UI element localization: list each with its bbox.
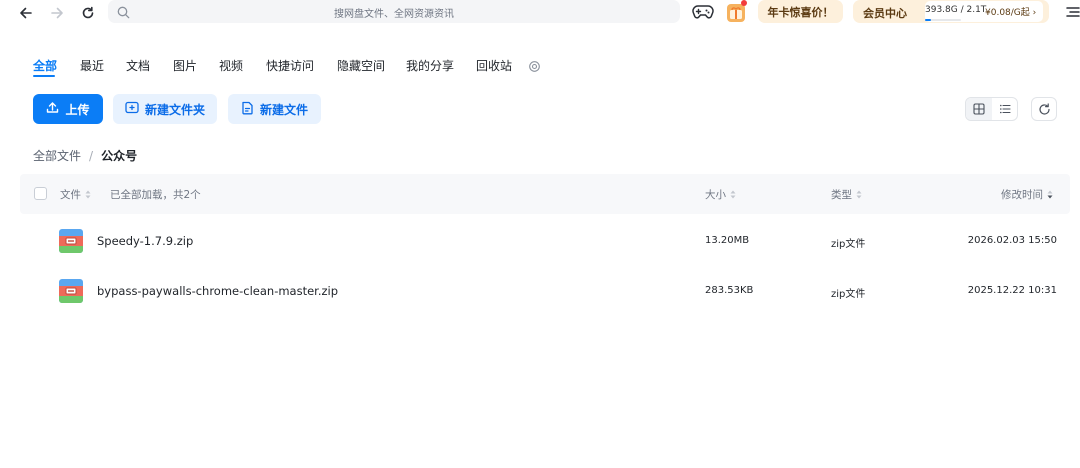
storage-usage-text: 393.8G / 2.1T bbox=[925, 5, 987, 15]
select-all-checkbox[interactable] bbox=[34, 187, 47, 200]
file-modified: 2025.12.22 10:31 bbox=[967, 285, 1057, 296]
table-row[interactable]: Speedy-1.7.9.zip 13.20MB zip文件 2026.02.0… bbox=[20, 216, 1070, 266]
file-name[interactable]: Speedy-1.7.9.zip bbox=[97, 234, 193, 248]
column-size-label: 大小 bbox=[705, 189, 726, 201]
file-modified: 2026.02.03 15:50 bbox=[967, 235, 1057, 246]
file-table-header: 文件 已全部加载，共2个 大小 类型 修改时间 bbox=[20, 174, 1070, 214]
notification-badge bbox=[741, 0, 747, 6]
vip-center[interactable]: 会员中心 393.8G / 2.1T ¥0.08/G起 › bbox=[853, 0, 1049, 23]
new-file-button-label: 新建文件 bbox=[259, 102, 308, 117]
storage-progress-fill bbox=[925, 19, 932, 21]
sort-icon bbox=[856, 190, 862, 199]
column-file-label: 文件 bbox=[60, 189, 81, 201]
list-view-icon[interactable] bbox=[992, 98, 1018, 120]
new-folder-button[interactable]: 新建文件夹 bbox=[113, 94, 217, 124]
new-file-button[interactable]: 新建文件 bbox=[228, 94, 321, 124]
column-header-type[interactable]: 类型 bbox=[831, 187, 862, 202]
breadcrumb: 全部文件 / 公众号 bbox=[33, 147, 137, 164]
search-placeholder: 搜网盘文件、全网资源资讯 bbox=[334, 9, 454, 20]
table-row[interactable]: bypass-paywalls-chrome-clean-master.zip … bbox=[20, 266, 1070, 316]
file-size: 13.20MB bbox=[705, 235, 750, 246]
annual-promo-button[interactable]: 年卡惊喜价！ bbox=[758, 0, 843, 23]
breadcrumb-separator: / bbox=[89, 149, 94, 163]
file-size: 283.53KB bbox=[705, 285, 754, 296]
breadcrumb-root[interactable]: 全部文件 bbox=[33, 149, 81, 163]
new-folder-icon bbox=[125, 101, 139, 117]
tab-videos[interactable]: 视频 bbox=[219, 57, 243, 74]
tab-recycle-bin[interactable]: 回收站 bbox=[476, 57, 512, 74]
refresh-icon[interactable] bbox=[1031, 97, 1057, 121]
zip-file-icon bbox=[59, 229, 83, 253]
tab-recent[interactable]: 最近 bbox=[80, 57, 104, 74]
reload-icon[interactable] bbox=[77, 2, 99, 24]
storage-price-text: ¥0.08/G起 › bbox=[985, 8, 1037, 18]
sort-icon bbox=[85, 190, 91, 199]
grid-view-icon[interactable] bbox=[966, 98, 992, 120]
column-type-label: 类型 bbox=[831, 189, 852, 201]
forward-arrow-icon[interactable] bbox=[46, 2, 68, 24]
menu-icon[interactable] bbox=[1064, 4, 1080, 20]
file-type: zip文件 bbox=[831, 239, 866, 250]
search-bar[interactable]: 搜网盘文件、全网资源资讯 bbox=[108, 0, 680, 23]
upload-button-label: 上传 bbox=[65, 102, 90, 117]
file-name[interactable]: bypass-paywalls-chrome-clean-master.zip bbox=[97, 284, 338, 298]
new-file-icon bbox=[241, 101, 254, 118]
zip-file-icon bbox=[59, 279, 83, 303]
tab-my-shares[interactable]: 我的分享 bbox=[406, 57, 454, 74]
active-tab-indicator bbox=[33, 75, 55, 77]
column-header-modified[interactable]: 修改时间 bbox=[1001, 187, 1053, 202]
vip-center-label: 会员中心 bbox=[863, 7, 907, 20]
column-modified-label: 修改时间 bbox=[1001, 189, 1043, 201]
storage-quota[interactable]: 393.8G / 2.1T ¥0.08/G起 › bbox=[925, 1, 1043, 22]
view-mode-toggle bbox=[965, 97, 1018, 121]
tab-images[interactable]: 图片 bbox=[173, 57, 197, 74]
upload-icon bbox=[46, 101, 59, 117]
breadcrumb-current: 公众号 bbox=[101, 149, 138, 163]
back-arrow-icon[interactable] bbox=[15, 2, 37, 24]
column-header-file[interactable]: 文件 bbox=[60, 187, 91, 202]
storage-progress-bar bbox=[925, 19, 961, 21]
tab-hidden-space[interactable]: 隐藏空间 bbox=[337, 57, 385, 74]
file-type: zip文件 bbox=[831, 289, 866, 300]
new-folder-button-label: 新建文件夹 bbox=[144, 102, 205, 117]
upload-button[interactable]: 上传 bbox=[33, 94, 103, 124]
tab-all[interactable]: 全部 bbox=[33, 57, 57, 74]
tab-quick-access[interactable]: 快捷访问 bbox=[266, 57, 314, 74]
sort-desc-icon bbox=[1047, 190, 1053, 199]
sort-icon bbox=[730, 190, 736, 199]
column-header-size[interactable]: 大小 bbox=[705, 187, 736, 202]
loaded-count-note: 已全部加载，共2个 bbox=[110, 189, 201, 201]
gamepad-icon[interactable] bbox=[692, 3, 714, 21]
tab-documents[interactable]: 文档 bbox=[126, 57, 150, 74]
top-bar: 搜网盘文件、全网资源资讯 年卡惊喜价！ 会员中心 393.8G / 2.1T ¥… bbox=[0, 0, 1080, 26]
settings-gear-icon[interactable] bbox=[528, 58, 541, 72]
